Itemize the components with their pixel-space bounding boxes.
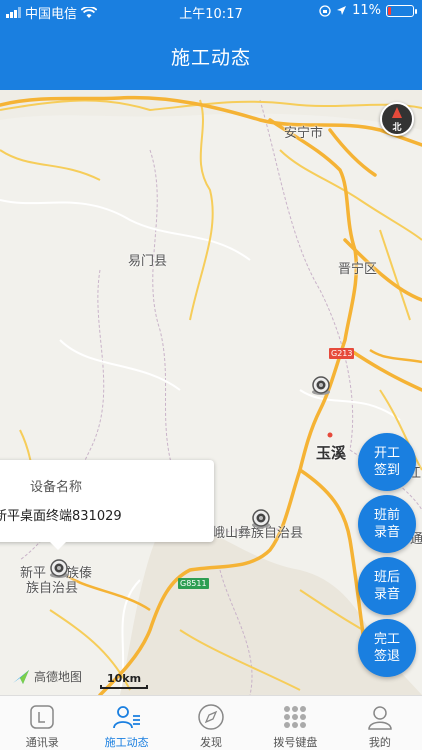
keypad-icon <box>280 702 310 731</box>
location-arrow-icon <box>337 6 347 15</box>
map-view[interactable]: 安宁市 易门县 晋宁区 玉溪 峨山彝族自治县 新平 族傣 族自治县 江 通 G2… <box>0 90 422 695</box>
place-label: 玉溪 <box>316 444 347 462</box>
tab-construction-status[interactable]: 施工动态 <box>84 696 168 750</box>
profile-icon <box>365 702 395 731</box>
pre-shift-recording-button[interactable]: 班前 录音 <box>358 495 416 553</box>
device-marker-selected[interactable] <box>47 556 71 580</box>
place-label: 易门县 <box>128 254 168 269</box>
amap-logo-icon <box>13 669 29 684</box>
page-title: 施工动态 <box>170 46 251 69</box>
battery-icon <box>386 4 417 17</box>
battery-percent: 11% <box>352 3 381 18</box>
button-label: 完工 <box>373 632 400 647</box>
tab-label: 发现 <box>200 736 223 749</box>
status-bar: 中国电信 上午10:17 11% <box>0 0 422 22</box>
tab-keypad[interactable]: 拨号键盘 <box>253 696 337 750</box>
road-shield-g213: G213 <box>329 348 355 359</box>
tab-label: 通讯录 <box>25 736 59 749</box>
post-shift-recording-button[interactable]: 班后 录音 <box>358 557 416 615</box>
tab-discover[interactable]: 发现 <box>169 696 253 750</box>
map-base <box>0 90 422 695</box>
button-label: 班后 <box>373 570 400 585</box>
device-name-value: 新平桌面终端831029 <box>0 509 122 524</box>
place-label: 晋宁区 <box>338 262 378 277</box>
map-provider-label: 高德地图 <box>34 670 83 684</box>
device-name-label: 设备名称 <box>30 480 83 495</box>
tab-label: 施工动态 <box>104 736 149 749</box>
map-scale: 10km <box>100 672 148 689</box>
scale-bar <box>100 685 148 689</box>
button-label: 签到 <box>373 463 400 478</box>
device-marker[interactable] <box>309 373 333 397</box>
tab-label: 拨号键盘 <box>273 736 318 749</box>
finish-work-checkout-button[interactable]: 完工 签退 <box>358 619 416 677</box>
button-label: 录音 <box>373 587 400 602</box>
road-shield-g8511: G8511 <box>178 578 209 589</box>
scale-label: 10km <box>106 672 142 685</box>
compass-icon <box>196 702 226 731</box>
tab-contacts[interactable]: 通讯录 <box>0 696 84 750</box>
tab-bar: 通讯录 施工动态 发现 拨号键盘 我的 <box>0 695 422 750</box>
device-info-callout[interactable]: 设备名称 新平桌面终端831029 <box>0 460 214 550</box>
tab-label: 我的 <box>368 736 391 749</box>
button-label: 班前 <box>373 508 400 523</box>
button-label: 开工 <box>373 446 400 461</box>
compass-icon[interactable]: 北 <box>380 102 414 136</box>
place-label: 安宁市 <box>284 126 324 141</box>
orientation-lock-icon <box>319 4 331 17</box>
start-work-checkin-button[interactable]: 开工 签到 <box>358 433 416 491</box>
compass-north-label: 北 <box>392 123 402 133</box>
map-provider-logo: 高德地图 <box>12 668 82 685</box>
tab-profile[interactable]: 我的 <box>338 696 422 750</box>
nav-bar: 施工动态 <box>0 22 422 90</box>
user-list-icon <box>112 702 142 731</box>
device-marker[interactable] <box>249 506 273 530</box>
button-label: 录音 <box>373 525 400 540</box>
button-label: 签退 <box>373 649 400 664</box>
contacts-icon <box>27 702 57 731</box>
